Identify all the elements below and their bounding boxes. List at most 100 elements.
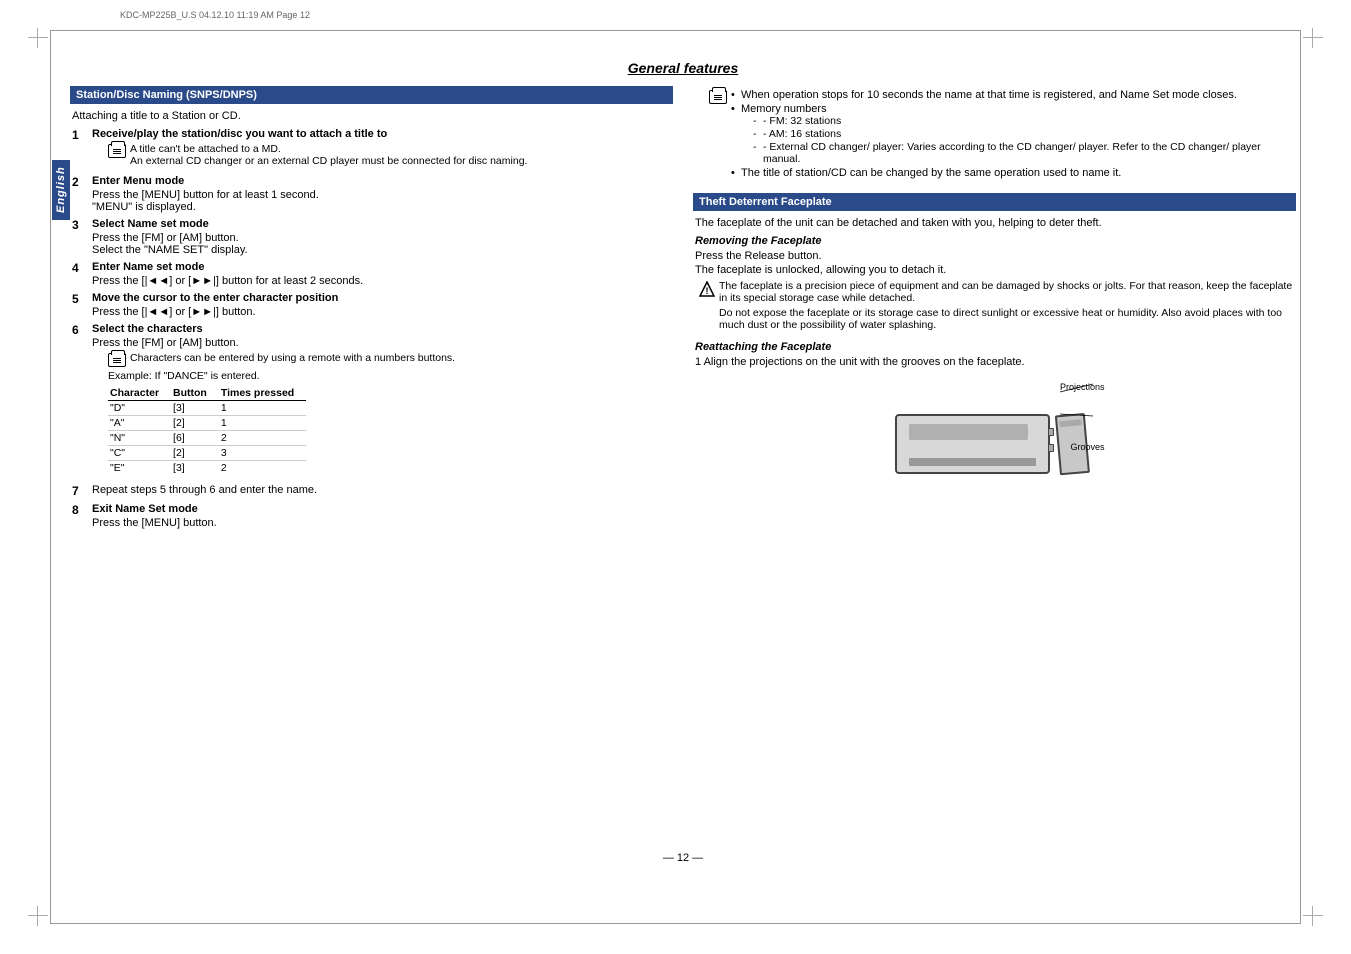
step-4-body1: Press the [|◄◄] or [►►|] button for at l…	[92, 275, 671, 287]
step-7-number: 7	[72, 484, 88, 498]
note-bullet-memory: Memory numbers - FM: 32 stations - AM: 1…	[731, 103, 1296, 165]
reattaching-title: Reattaching the Faceplate	[695, 341, 1294, 353]
theft-section-body: The faceplate of the unit can be detache…	[693, 217, 1296, 474]
step-8-content: Exit Name Set mode Press the [MENU] butt…	[92, 503, 671, 529]
note-icon-1	[108, 144, 126, 158]
step-8-body1: Press the [MENU] button.	[92, 517, 671, 529]
page-title: General features	[70, 40, 1296, 76]
step-7-title: Repeat steps 5 through 6 and enter the n…	[92, 484, 671, 496]
table-header-char: Character	[108, 386, 171, 401]
border-right	[1300, 30, 1301, 924]
table-cell-0: "C"	[108, 446, 171, 461]
table-cell-2: 1	[219, 416, 306, 431]
note-icon-2	[108, 353, 126, 367]
warning-text-1: The faceplate is a precision piece of eq…	[719, 280, 1294, 304]
step-1-title: Receive/play the station/disc you want t…	[92, 128, 671, 140]
table-cell-2: 1	[219, 401, 306, 416]
step-5-body1: Press the [|◄◄] or [►►|] button.	[92, 306, 671, 318]
table-cell-0: "A"	[108, 416, 171, 431]
step-2: 2 Enter Menu mode Press the [MENU] butto…	[72, 175, 671, 213]
crosshair-tr	[1303, 28, 1323, 48]
step-3-body2: Select the "NAME SET" display.	[92, 244, 671, 256]
table-cell-1: [2]	[171, 416, 219, 431]
table-row: "A"[2]1	[108, 416, 306, 431]
reattaching-step1: 1 Align the projections on the unit with…	[695, 356, 1294, 368]
table-cell-2: 2	[219, 461, 306, 476]
table-row: "C"[2]3	[108, 446, 306, 461]
naming-intro: Attaching a title to a Station or CD.	[72, 110, 671, 122]
table-cell-1: [2]	[171, 446, 219, 461]
step-8-number: 8	[72, 503, 88, 529]
table-header-times: Times pressed	[219, 386, 306, 401]
table-header-button: Button	[171, 386, 219, 401]
step-6-example-label: Example: If "DANCE" is entered.	[108, 370, 671, 382]
character-table: Character Button Times pressed "D"[3]1"A…	[108, 386, 306, 475]
naming-section-header: Station/Disc Naming (SNPS/DNPS)	[70, 86, 673, 104]
content-area: General features Station/Disc Naming (SN…	[70, 40, 1296, 904]
step-6-body1: Press the [FM] or [AM] button.	[92, 337, 671, 349]
step-7: 7 Repeat steps 5 through 6 and enter the…	[72, 484, 671, 498]
step-6-note: Characters can be entered by using a rem…	[108, 352, 671, 367]
naming-right-notes: When operation stops for 10 seconds the …	[693, 89, 1296, 181]
table-cell-1: [6]	[171, 431, 219, 446]
naming-right-bullets: When operation stops for 10 seconds the …	[731, 89, 1296, 179]
two-column-layout: Station/Disc Naming (SNPS/DNPS) Attachin…	[70, 86, 1296, 904]
step-6-remote-note: Characters can be entered by using a rem…	[130, 352, 671, 364]
step-2-title: Enter Menu mode	[92, 175, 671, 187]
step-3-number: 3	[72, 218, 88, 256]
border-left	[50, 30, 51, 924]
note-bullet-1: When operation stops for 10 seconds the …	[731, 89, 1296, 101]
step-6-number: 6	[72, 323, 88, 479]
step-3: 3 Select Name set mode Press the [FM] or…	[72, 218, 671, 256]
step-8: 8 Exit Name Set mode Press the [MENU] bu…	[72, 503, 671, 529]
border-top	[50, 30, 1301, 31]
removing-body1: Press the Release button.	[695, 250, 1294, 262]
note-bullet-title: The title of station/CD can be changed b…	[731, 167, 1296, 179]
step-4: 4 Enter Name set mode Press the [|◄◄] or…	[72, 261, 671, 287]
step-7-content: Repeat steps 5 through 6 and enter the n…	[92, 484, 671, 498]
crosshair-tl	[28, 28, 48, 48]
theft-section-header: Theft Deterrent Faceplate	[693, 193, 1296, 211]
step-2-number: 2	[72, 175, 88, 213]
border-bottom	[50, 923, 1301, 924]
step-1-note-text: A title can't be attached to a MD. An ex…	[130, 143, 671, 167]
naming-section-body: Attaching a title to a Station or CD. 1 …	[70, 110, 673, 529]
step-2-body1: Press the [MENU] button for at least 1 s…	[92, 189, 671, 201]
warning-text-2: Do not expose the faceplate or its stora…	[719, 307, 1294, 331]
naming-right-note-text: When operation stops for 10 seconds the …	[731, 89, 1296, 181]
step-6-content: Select the characters Press the [FM] or …	[92, 323, 671, 479]
step-1: 1 Receive/play the station/disc you want…	[72, 128, 671, 170]
table-row: "N"[6]2	[108, 431, 306, 446]
memory-am: - AM: 16 stations	[749, 128, 1296, 140]
step-8-title: Exit Name Set mode	[92, 503, 671, 515]
step-1-number: 1	[72, 128, 88, 170]
table-cell-0: "E"	[108, 461, 171, 476]
page-number: — 12 —	[663, 852, 703, 864]
table-row: "D"[3]1	[108, 401, 306, 416]
removing-body2: The faceplate is unlocked, allowing you …	[695, 264, 1294, 276]
step-5-title: Move the cursor to the enter character p…	[92, 292, 671, 304]
fp-pointer-lines	[885, 374, 1105, 474]
step-1-note-1: A title can't be attached to a MD. An ex…	[108, 143, 671, 167]
step-2-content: Enter Menu mode Press the [MENU] button …	[92, 175, 671, 213]
warning-text-block: The faceplate is a precision piece of eq…	[719, 280, 1294, 331]
warning-block-1: ! The faceplate is a precision piece of …	[699, 280, 1294, 331]
table-cell-0: "D"	[108, 401, 171, 416]
theft-intro: The faceplate of the unit can be detache…	[695, 217, 1294, 229]
crosshair-br	[1303, 906, 1323, 926]
faceplate-diagram: Projections Grooves	[885, 374, 1105, 474]
print-info: KDC-MP225B_U.S 04.12.10 11:19 AM Page 12	[120, 10, 310, 20]
step-4-title: Enter Name set mode	[92, 261, 671, 273]
table-row: "E"[3]2	[108, 461, 306, 476]
left-column: Station/Disc Naming (SNPS/DNPS) Attachin…	[70, 86, 673, 904]
memory-cd: - External CD changer/ player: Varies ac…	[749, 141, 1296, 165]
step-4-number: 4	[72, 261, 88, 287]
table-cell-1: [3]	[171, 401, 219, 416]
step-4-content: Enter Name set mode Press the [|◄◄] or […	[92, 261, 671, 287]
page: KDC-MP225B_U.S 04.12.10 11:19 AM Page 12…	[0, 0, 1351, 954]
removing-title: Removing the Faceplate	[695, 235, 1294, 247]
memory-fm: - FM: 32 stations	[749, 115, 1296, 127]
table-cell-1: [3]	[171, 461, 219, 476]
table-cell-2: 3	[219, 446, 306, 461]
step-6: 6 Select the characters Press the [FM] o…	[72, 323, 671, 479]
